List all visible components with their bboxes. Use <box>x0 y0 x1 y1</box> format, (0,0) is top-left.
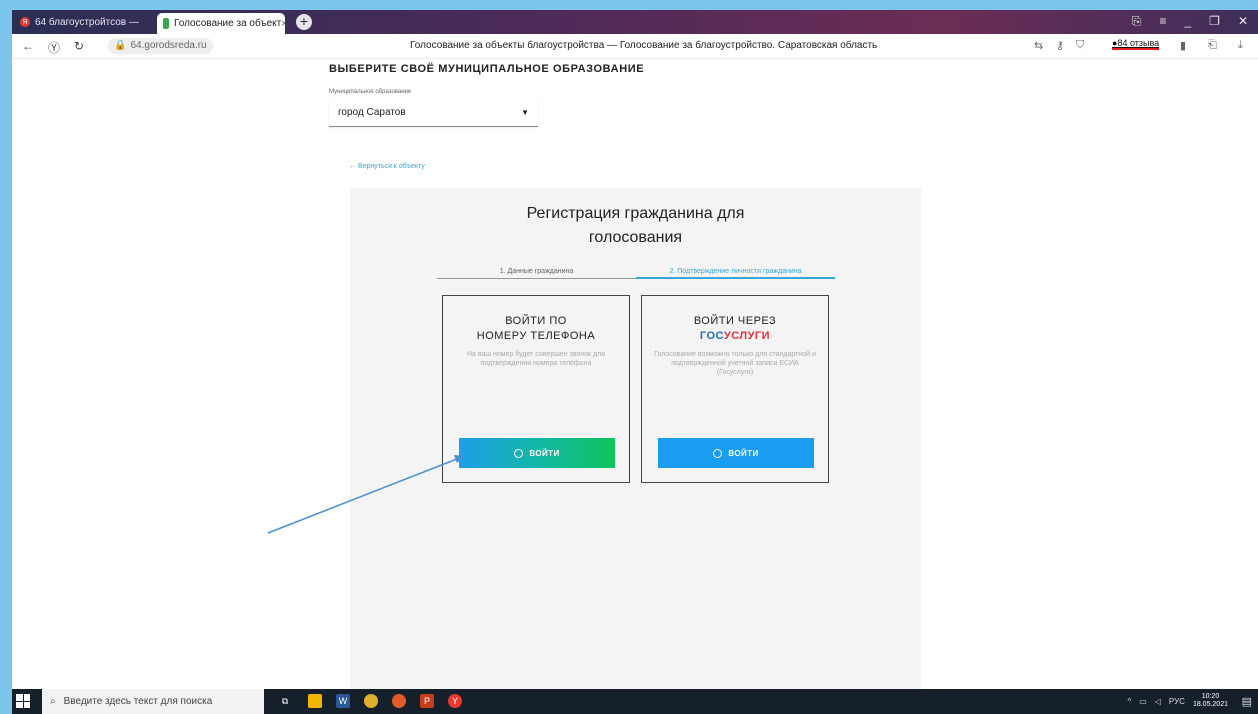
notifications-icon[interactable]: ▤ <box>1242 695 1252 708</box>
phone-login-button[interactable]: ВОЙТИ <box>459 438 615 468</box>
registration-panel: Регистрация гражданина для голосования 1… <box>350 188 921 690</box>
protect-icon[interactable]: ⛉ <box>1076 39 1084 52</box>
yandex-browser-icon[interactable]: Y <box>448 694 462 708</box>
collections-icon[interactable]: ⎗ <box>1208 39 1217 52</box>
address-bar: ← Ⓨ ↻ 🔒 64.gorodsreda.ru Голосование за … <box>12 34 1258 59</box>
restore-icon[interactable]: ❐ <box>1209 14 1220 29</box>
menu-icon[interactable]: ≡ <box>1159 14 1166 29</box>
circle-icon <box>514 448 524 458</box>
registration-title: Регистрация гражданина для голосования <box>526 205 745 246</box>
powerpoint-icon[interactable]: P <box>420 694 434 708</box>
windows-taskbar: ⌕ Введите здесь текст для поиска ⧉ W P Y… <box>12 689 1258 714</box>
browser-icon[interactable] <box>392 694 406 708</box>
browser-tab-bar: Я 64 благоустройтсов — Голосование за об… <box>12 10 1258 34</box>
municipality-select[interactable]: город Саратов ▼ <box>329 99 538 127</box>
system-tray: ^ ▭ ◁ РУС 10:20 18.05.2021 <box>1127 693 1228 709</box>
gosuslugi-logo-text: ГОСУСЛУГИ <box>699 330 771 342</box>
back-arrow-icon[interactable]: ← <box>22 39 34 53</box>
step-identity-confirmation[interactable]: 2. Подтверждение личности гражданина <box>636 268 835 279</box>
minimize-icon[interactable]: _ <box>1184 14 1191 29</box>
phone-card-title: ВОЙТИ ПО НОМЕРУ ТЕЛЕФОНА <box>476 315 596 342</box>
close-window-icon[interactable]: ✕ <box>1238 14 1248 29</box>
reload-icon[interactable]: ↻ <box>74 39 84 53</box>
url-field[interactable]: 🔒 64.gorodsreda.ru <box>108 38 213 54</box>
gosuslugi-card-description: Голосование возможно только для стандарт… <box>654 351 816 376</box>
new-tab-button[interactable]: + <box>296 14 312 30</box>
phone-card-description: На ваш номер будет совершен звонок для п… <box>467 351 605 367</box>
key-icon[interactable]: ⚷ <box>1056 39 1064 52</box>
select-label: Муниципальное образование <box>329 89 412 95</box>
network-icon[interactable]: ▭ <box>1139 697 1147 706</box>
yandex-icon[interactable]: Ⓨ <box>48 39 60 56</box>
chrome-icon[interactable] <box>364 694 378 708</box>
yandex-favicon-icon: Я <box>20 17 30 27</box>
gosuslugi-card-title: ВОЙТИ ЧЕРЕЗ ГОСУСЛУГИ <box>642 314 828 344</box>
window-controls: ⎘ ≡ _ ❐ ✕ <box>1132 14 1248 29</box>
section-title: ВЫБЕРИТЕ СВОЁ МУНИЦИПАЛЬНОЕ ОБРАЗОВАНИЕ <box>329 63 645 75</box>
reviews-link[interactable]: ●84 отзыва <box>1112 38 1160 50</box>
task-view-icon[interactable]: ⧉ <box>278 694 292 708</box>
select-value: город Саратов <box>338 107 406 118</box>
bookmarks-icon[interactable]: ⎘ <box>1132 14 1142 29</box>
gosuslugi-login-card: ВОЙТИ ЧЕРЕЗ ГОСУСЛУГИ Голосование возмож… <box>641 295 829 483</box>
word-icon[interactable]: W <box>336 694 350 708</box>
close-tab-icon[interactable]: × <box>281 18 285 30</box>
chevron-up-icon[interactable]: ^ <box>1127 697 1131 706</box>
back-to-object-link[interactable]: ← Вернуться к объекту <box>349 163 425 170</box>
bookmark-icon[interactable]: ▮ <box>1180 39 1186 52</box>
language-indicator[interactable]: РУС <box>1169 697 1185 706</box>
tab-inactive[interactable]: Я 64 благоустройтсов — <box>14 12 144 32</box>
page-title: Голосование за объекты благоустройства —… <box>410 40 878 51</box>
tab-label: 64 благоустройтсов — <box>35 16 139 28</box>
windows-start-icon[interactable] <box>16 694 30 708</box>
search-icon: ⌕ <box>50 696 56 707</box>
frame-top <box>0 0 1258 10</box>
step-citizen-data[interactable]: 1. Данные гражданина <box>437 268 636 279</box>
tab-label: Голосование за объект <box>174 18 282 29</box>
tab-active[interactable]: Голосование за объект × <box>157 13 285 34</box>
dropdown-arrow-icon: ▼ <box>521 108 529 117</box>
clock[interactable]: 10:20 18.05.2021 <box>1193 693 1228 709</box>
registration-steps: 1. Данные гражданина 2. Подтверждение ли… <box>437 268 835 280</box>
download-icon[interactable]: ⤓ <box>1238 39 1243 52</box>
taskbar-search[interactable]: ⌕ Введите здесь текст для поиска <box>42 689 264 714</box>
url-text: 64.gorodsreda.ru <box>130 40 207 51</box>
lock-icon: 🔒 <box>114 40 127 51</box>
volume-icon[interactable]: ◁ <box>1155 697 1161 706</box>
file-explorer-icon[interactable] <box>308 694 322 708</box>
frame-left <box>0 0 12 714</box>
site-favicon-icon <box>163 18 169 29</box>
circle-icon <box>713 448 723 458</box>
phone-login-card: ВОЙТИ ПО НОМЕРУ ТЕЛЕФОНА На ваш номер бу… <box>442 295 630 483</box>
translate-icon[interactable]: ⇆ <box>1034 39 1043 52</box>
gosuslugi-login-button[interactable]: ВОЙТИ <box>658 438 814 468</box>
